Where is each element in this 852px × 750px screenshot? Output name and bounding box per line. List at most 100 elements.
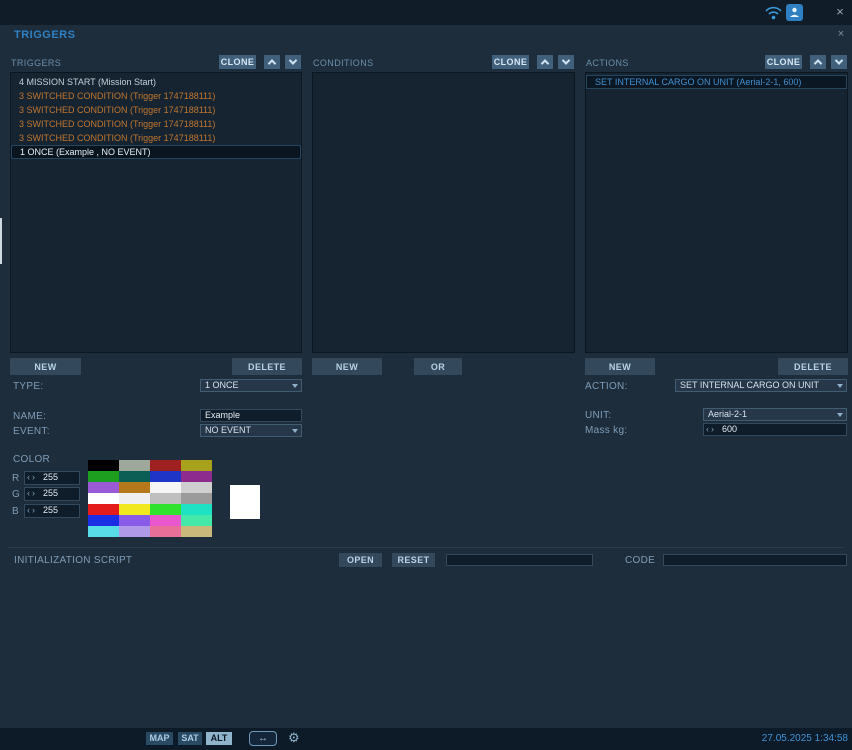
action-label: ACTION: bbox=[585, 381, 628, 392]
resize-handle[interactable] bbox=[0, 218, 2, 264]
sat-button[interactable]: SAT bbox=[178, 732, 202, 745]
color-swatch[interactable] bbox=[119, 482, 150, 493]
blue-stepper[interactable]: 255 bbox=[24, 504, 80, 518]
red-stepper[interactable]: 255 bbox=[24, 471, 80, 485]
stepper-arrows-icon[interactable] bbox=[27, 472, 37, 483]
color-swatch[interactable] bbox=[119, 493, 150, 504]
color-swatch[interactable] bbox=[88, 471, 119, 482]
color-swatch[interactable] bbox=[150, 515, 181, 526]
init-script-input[interactable] bbox=[446, 554, 593, 566]
stepper-arrows-icon[interactable] bbox=[27, 505, 37, 516]
color-swatch[interactable] bbox=[119, 504, 150, 515]
mass-value: 600 bbox=[722, 424, 738, 434]
color-swatch[interactable] bbox=[150, 482, 181, 493]
reset-button[interactable]: RESET bbox=[392, 553, 435, 567]
color-swatch[interactable] bbox=[150, 526, 181, 537]
actions-clone-button[interactable]: CLONE bbox=[765, 55, 802, 69]
color-palette[interactable] bbox=[88, 460, 212, 537]
mass-stepper[interactable]: 600 bbox=[703, 423, 847, 436]
conditions-sort-down-icon[interactable] bbox=[558, 55, 574, 69]
blue-value: 255 bbox=[43, 505, 59, 515]
controller-icon[interactable] bbox=[786, 4, 803, 21]
map-button[interactable]: MAP bbox=[146, 732, 173, 745]
green-stepper[interactable]: 255 bbox=[24, 487, 80, 501]
code-input[interactable] bbox=[663, 554, 847, 566]
color-swatch[interactable] bbox=[119, 460, 150, 471]
color-swatch[interactable] bbox=[88, 526, 119, 537]
color-swatch[interactable] bbox=[181, 504, 212, 515]
color-swatch[interactable] bbox=[88, 504, 119, 515]
mass-label: Mass kg: bbox=[585, 425, 628, 436]
color-swatch[interactable] bbox=[88, 460, 119, 471]
color-swatch[interactable] bbox=[88, 515, 119, 526]
type-value: 1 ONCE bbox=[205, 380, 239, 390]
triggers-new-button[interactable]: NEW bbox=[10, 358, 81, 375]
conditions-list[interactable] bbox=[312, 72, 575, 353]
color-swatch[interactable] bbox=[150, 493, 181, 504]
conditions-or-button[interactable]: OR bbox=[414, 358, 462, 375]
alt-button[interactable]: ALT bbox=[206, 732, 232, 745]
green-label: G bbox=[12, 489, 21, 500]
conditions-column-header: CONDITIONS bbox=[313, 58, 374, 68]
name-label: NAME: bbox=[13, 411, 47, 422]
color-swatch[interactable] bbox=[150, 460, 181, 471]
actions-list[interactable]: SET INTERNAL CARGO ON UNIT (Aerial-2-1, … bbox=[585, 72, 848, 353]
list-item[interactable]: 3 SWITCHED CONDITION (Trigger 1747188111… bbox=[11, 117, 301, 131]
color-swatch[interactable] bbox=[119, 515, 150, 526]
actions-delete-button[interactable]: DELETE bbox=[778, 358, 848, 375]
event-label: EVENT: bbox=[13, 426, 50, 437]
type-label: TYPE: bbox=[13, 381, 44, 392]
triggers-sort-down-icon[interactable] bbox=[285, 55, 301, 69]
conditions-sort-up-icon[interactable] bbox=[537, 55, 553, 69]
stepper-arrows-icon[interactable] bbox=[27, 488, 37, 499]
triggers-sort-up-icon[interactable] bbox=[264, 55, 280, 69]
actions-sort-up-icon[interactable] bbox=[810, 55, 826, 69]
gear-icon[interactable]: ⚙ bbox=[288, 730, 300, 746]
actions-new-button[interactable]: NEW bbox=[585, 358, 655, 375]
red-label: R bbox=[12, 473, 20, 484]
dialog-close-icon[interactable]: × bbox=[835, 28, 847, 40]
triggers-list[interactable]: 4 MISSION START (Mission Start) 3 SWITCHE… bbox=[10, 72, 302, 353]
open-button[interactable]: OPEN bbox=[339, 553, 382, 567]
color-swatch[interactable] bbox=[181, 515, 212, 526]
conditions-new-button[interactable]: NEW bbox=[312, 358, 382, 375]
list-item[interactable]: 3 SWITCHED CONDITION (Trigger 1747188111… bbox=[11, 131, 301, 145]
color-swatch[interactable] bbox=[88, 493, 119, 504]
pan-toggle-icon[interactable]: ↔ bbox=[249, 731, 277, 746]
color-swatch[interactable] bbox=[88, 482, 119, 493]
color-swatch[interactable] bbox=[181, 460, 212, 471]
list-item[interactable]: SET INTERNAL CARGO ON UNIT (Aerial-2-1, … bbox=[586, 75, 847, 89]
list-item[interactable]: 4 MISSION START (Mission Start) bbox=[11, 75, 301, 89]
conditions-clone-button[interactable]: CLONE bbox=[492, 55, 529, 69]
list-item[interactable]: 3 SWITCHED CONDITION (Trigger 1747188111… bbox=[11, 89, 301, 103]
color-swatch[interactable] bbox=[181, 482, 212, 493]
action-value: SET INTERNAL CARGO ON UNIT bbox=[680, 380, 820, 390]
event-value: NO EVENT bbox=[205, 425, 252, 435]
list-item[interactable]: 3 SWITCHED CONDITION (Trigger 1747188111… bbox=[11, 103, 301, 117]
name-input[interactable]: Example bbox=[200, 409, 302, 422]
type-dropdown[interactable]: 1 ONCE bbox=[200, 379, 302, 392]
section-divider bbox=[8, 547, 844, 548]
event-dropdown[interactable]: NO EVENT bbox=[200, 424, 302, 437]
dialog-title: TRIGGERS bbox=[14, 29, 76, 41]
stepper-arrows-icon[interactable] bbox=[706, 424, 716, 435]
list-item[interactable]: 1 ONCE (Example , NO EVENT) bbox=[11, 145, 301, 159]
color-swatch[interactable] bbox=[181, 493, 212, 504]
triggers-clone-button[interactable]: CLONE bbox=[219, 55, 256, 69]
window-close-icon[interactable]: × bbox=[832, 3, 848, 21]
color-swatch[interactable] bbox=[150, 471, 181, 482]
unit-dropdown[interactable]: Aerial-2-1 bbox=[703, 408, 847, 421]
action-dropdown[interactable]: SET INTERNAL CARGO ON UNIT bbox=[675, 379, 847, 392]
bottom-bar: MAP SAT ALT ↔ ⚙ 27.05.2025 1:34:58 bbox=[0, 728, 852, 750]
color-swatch[interactable] bbox=[181, 471, 212, 482]
triggers-delete-button[interactable]: DELETE bbox=[232, 358, 302, 375]
color-swatch[interactable] bbox=[119, 526, 150, 537]
unit-label: UNIT: bbox=[585, 410, 612, 421]
color-swatch[interactable] bbox=[150, 504, 181, 515]
color-swatch[interactable] bbox=[119, 471, 150, 482]
datetime-display: 27.05.2025 1:34:58 bbox=[761, 733, 848, 744]
code-label: CODE bbox=[625, 555, 656, 566]
actions-sort-down-icon[interactable] bbox=[831, 55, 847, 69]
wifi-icon[interactable] bbox=[764, 3, 783, 22]
color-swatch[interactable] bbox=[181, 526, 212, 537]
